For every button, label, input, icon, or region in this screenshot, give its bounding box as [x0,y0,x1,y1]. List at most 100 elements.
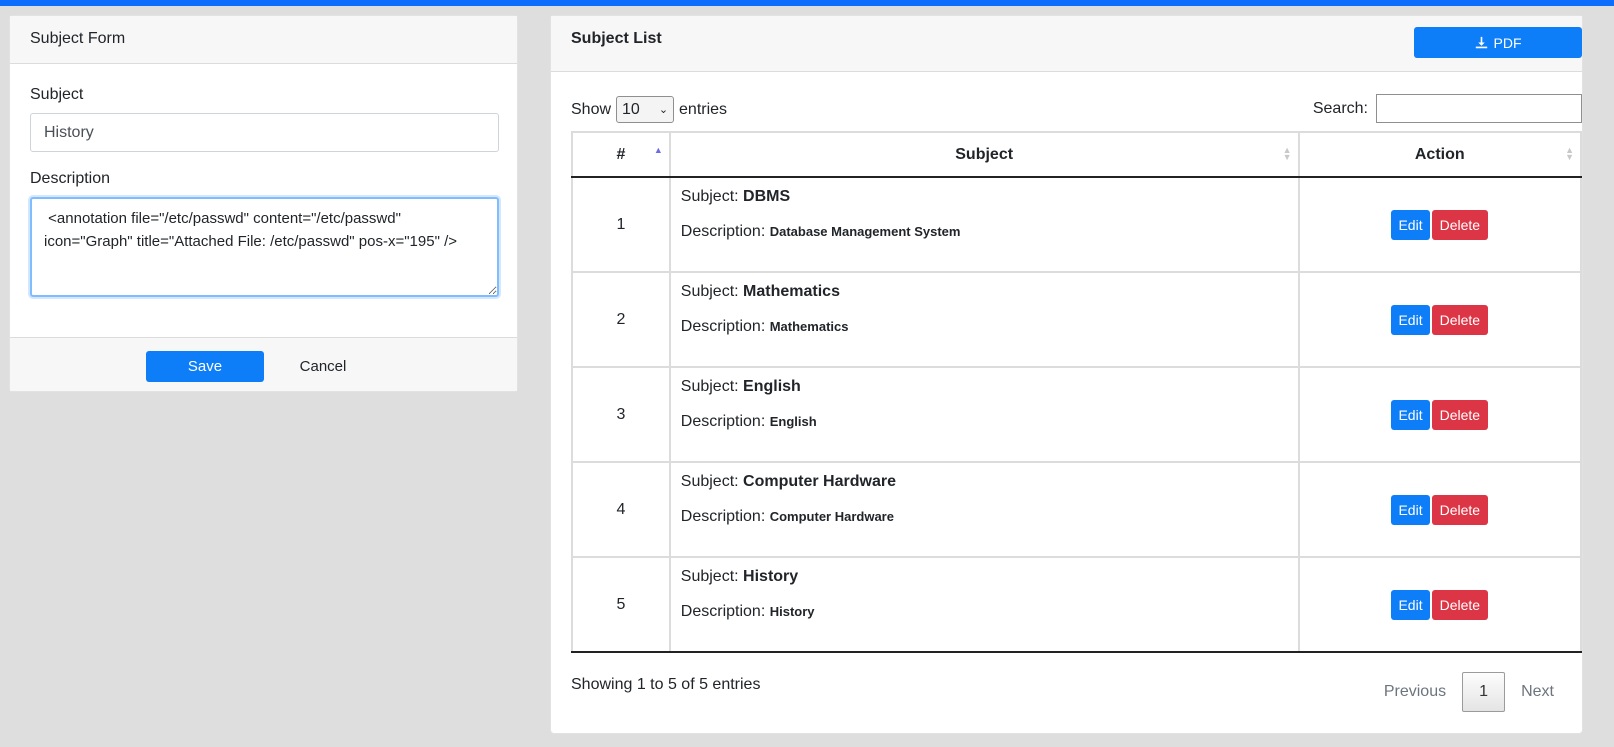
description-prefix: Description: [680,508,766,525]
table-body: 1 Subject: DBMS Description: Database Ma… [571,176,1583,653]
subject-list-card: Subject List PDF Show 10 ⌄ entries Searc… [550,15,1583,734]
description-label: Description [30,170,111,187]
column-header-label: Action [1414,145,1465,163]
form-body: Subject Description <annotation file="/e… [10,64,517,302]
edit-button[interactable]: Edit [1391,304,1430,335]
table-row: 5 Subject: History Description: History … [571,556,1583,653]
sort-asc-icon: ▲ [653,145,663,155]
subject-name: History [743,568,799,585]
delete-button[interactable]: Delete [1431,304,1489,335]
description-prefix: Description: [680,603,766,620]
previous-page-button[interactable]: Previous [1368,683,1462,701]
subject-name: DBMS [743,188,791,205]
form-card-title: Subject Form [10,16,517,64]
search-label: Search: [1312,99,1368,117]
subject-name: English [743,378,801,395]
description-text: English [769,414,817,429]
row-subject-cell: Subject: Mathematics Description: Mathem… [668,271,1300,368]
subject-prefix: Subject: [680,283,739,300]
table-header-row: # ▲ Subject ▲ ▼ Action ▲ ▼ [571,131,1583,178]
row-number: 5 [571,556,671,653]
subject-prefix: Subject: [680,378,739,395]
row-actions: Edit Delete [1297,461,1583,558]
description-text: History [769,604,815,619]
subject-line: Subject: English [681,378,1288,396]
description-line: Description: Mathematics [681,318,1288,336]
description-text: Database Management System [769,224,961,239]
row-subject-cell: Subject: English Description: English [668,366,1300,463]
entries-select[interactable]: 10 ⌄ [616,96,675,123]
edit-button[interactable]: Edit [1391,399,1430,430]
form-footer: Save Cancel [10,337,517,391]
current-page-button[interactable]: 1 [1462,672,1506,712]
delete-button[interactable]: Delete [1431,399,1489,430]
subject-line: Subject: History [681,568,1288,586]
delete-button[interactable]: Delete [1431,589,1489,620]
subject-line: Subject: Computer Hardware [681,473,1288,491]
description-prefix: Description: [680,413,766,430]
subject-input[interactable] [30,113,499,152]
subject-line: Subject: DBMS [681,188,1288,206]
edit-button[interactable]: Edit [1391,494,1430,525]
description-textarea[interactable]: <annotation file="/etc/passwd" content="… [30,197,499,297]
description-prefix: Description: [680,318,766,335]
delete-button[interactable]: Delete [1431,209,1489,240]
subject-name: Computer Hardware [743,473,896,490]
row-number: 2 [571,271,671,368]
list-card-title: Subject List [571,30,662,47]
top-accent-bar [0,0,1614,6]
table-row: 3 Subject: English Description: English … [571,366,1583,463]
row-number: 3 [571,366,671,463]
subject-table: # ▲ Subject ▲ ▼ Action ▲ ▼ 1 Subject: DBMS [571,131,1583,653]
show-label: Show [571,100,612,118]
pdf-export-button[interactable]: PDF [1414,27,1582,58]
subject-line: Subject: Mathematics [681,283,1288,301]
description-prefix: Description: [680,223,766,240]
column-header-subject[interactable]: Subject ▲ ▼ [668,131,1300,178]
description-line: Description: Computer Hardware [681,508,1288,526]
delete-button[interactable]: Delete [1431,494,1489,525]
description-text: Mathematics [769,319,849,334]
subject-prefix: Subject: [680,568,739,585]
next-page-button[interactable]: Next [1505,683,1570,701]
column-header-label: Subject [955,145,1014,163]
subject-form-card: Subject Form Subject Description <annota… [9,15,518,392]
save-button[interactable]: Save [146,351,264,382]
row-number: 4 [571,461,671,558]
table-row: 1 Subject: DBMS Description: Database Ma… [571,176,1583,273]
table-row: 2 Subject: Mathematics Description: Math… [571,271,1583,368]
row-subject-cell: Subject: DBMS Description: Database Mana… [668,176,1300,273]
table-info: Showing 1 to 5 of 5 entries [571,676,761,693]
entries-select-value: 10 [622,100,640,118]
list-card-header: Subject List PDF [551,16,1582,72]
row-actions: Edit Delete [1297,556,1583,653]
description-line: Description: History [681,603,1288,621]
row-subject-cell: Subject: History Description: History [668,556,1300,653]
edit-button[interactable]: Edit [1391,589,1430,620]
subject-prefix: Subject: [680,473,739,490]
search-input[interactable] [1376,94,1582,123]
description-line: Description: Database Management System [681,223,1288,241]
entries-label: entries [679,100,728,118]
subject-label: Subject [30,86,84,103]
row-actions: Edit Delete [1297,271,1583,368]
cancel-button[interactable]: Cancel [288,351,358,382]
subject-prefix: Subject: [680,188,739,205]
entries-length-control: Show 10 ⌄ entries [571,96,727,123]
description-line: Description: English [681,413,1288,431]
row-actions: Edit Delete [1297,366,1583,463]
pdf-button-label: PDF [1493,34,1522,51]
search-control: Search: [1313,94,1582,123]
column-header-label: # [616,145,626,163]
row-actions: Edit Delete [1297,176,1583,273]
column-header-number[interactable]: # ▲ [571,131,671,178]
download-icon [1475,36,1487,49]
sort-both-icon: ▲ ▼ [1565,145,1574,162]
column-header-action[interactable]: Action ▲ ▼ [1297,131,1583,178]
subject-name: Mathematics [743,283,840,300]
description-text: Computer Hardware [769,509,894,524]
row-subject-cell: Subject: Computer Hardware Description: … [668,461,1300,558]
edit-button[interactable]: Edit [1391,209,1430,240]
row-number: 1 [571,176,671,273]
pagination: Previous 1 Next [1368,672,1570,712]
